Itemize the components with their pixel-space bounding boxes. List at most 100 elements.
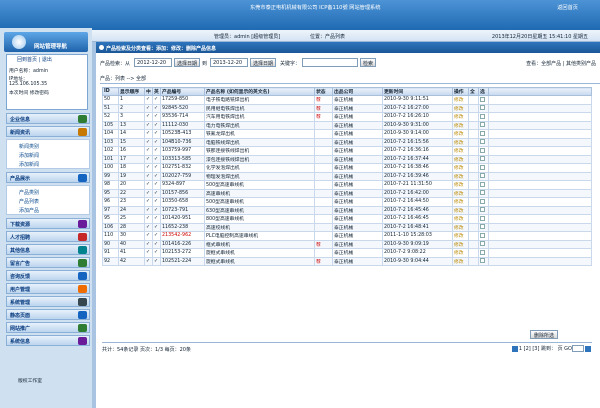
row-checkbox[interactable]	[480, 181, 485, 187]
table-cell[interactable]: 修改	[452, 214, 469, 224]
table-cell[interactable]: 修改	[452, 112, 469, 122]
table-cell[interactable]: 修改	[452, 239, 469, 249]
date-to-input[interactable]: 2013-12-20	[210, 58, 248, 67]
user-links[interactable]: 回到首页 | 退出	[17, 56, 52, 63]
select-cell[interactable]	[478, 146, 489, 156]
page-links[interactable]: 1 [2] [3] 跳到： 页 GO	[519, 346, 572, 352]
row-checkbox[interactable]	[480, 147, 485, 153]
select-cell[interactable]	[468, 129, 479, 139]
row-checkbox[interactable]	[480, 207, 485, 213]
table-cell[interactable]: 修改	[452, 129, 469, 139]
jump-page-input[interactable]	[572, 345, 584, 352]
menu-item[interactable]: 咨询反馈	[6, 270, 90, 281]
table-cell[interactable]: 修改	[452, 103, 469, 113]
row-checkbox[interactable]	[480, 156, 485, 162]
home-link[interactable]: 返回首页	[557, 4, 578, 11]
row-checkbox[interactable]	[480, 190, 485, 196]
select-cell[interactable]	[478, 197, 489, 207]
view-filter-links[interactable]: 查看：全部产品 | 其他类别产品	[526, 60, 596, 67]
select-cell[interactable]	[478, 248, 489, 258]
menu-item[interactable]: 其他信息	[6, 244, 90, 255]
menu-item[interactable]: 人才招聘	[6, 231, 90, 242]
menu-item[interactable]: 用户管理	[6, 283, 90, 294]
select-cell[interactable]	[478, 112, 489, 122]
menu-item[interactable]: 留言广告	[6, 257, 90, 268]
date-from-input[interactable]: 2012-12-20	[134, 58, 172, 67]
column-header[interactable]: 选	[478, 87, 489, 96]
select-cell[interactable]	[478, 154, 489, 164]
select-cell[interactable]	[468, 146, 479, 156]
menu-item[interactable]: 静态页面	[6, 309, 90, 320]
select-cell[interactable]	[478, 95, 489, 105]
pick-date-button-2[interactable]: 选择日期	[250, 58, 277, 67]
select-cell[interactable]	[478, 180, 489, 190]
submenu-item[interactable]: 添加新闻	[16, 150, 86, 159]
row-checkbox[interactable]	[480, 113, 485, 119]
table-cell[interactable]: 修改	[452, 146, 469, 156]
row-checkbox[interactable]	[480, 122, 485, 128]
row-checkbox[interactable]	[480, 249, 485, 255]
select-cell[interactable]	[478, 163, 489, 173]
submenu-item[interactable]: 产品类别	[16, 187, 86, 196]
select-cell[interactable]	[468, 239, 479, 249]
select-cell[interactable]	[468, 137, 479, 147]
row-checkbox[interactable]	[480, 232, 485, 238]
select-cell[interactable]	[468, 256, 479, 266]
delete-selected-button[interactable]: 删除所选	[530, 330, 559, 339]
select-cell[interactable]	[468, 248, 479, 258]
menu-item[interactable]: 下载资源	[6, 218, 90, 229]
select-cell[interactable]	[468, 120, 479, 130]
select-cell[interactable]	[478, 256, 489, 266]
select-cell[interactable]	[468, 205, 479, 215]
select-cell[interactable]	[468, 231, 479, 241]
select-cell[interactable]	[478, 171, 489, 181]
menu-item[interactable]: 系统信息	[6, 335, 90, 346]
row-checkbox[interactable]	[480, 224, 485, 230]
first-page-icon[interactable]	[511, 345, 518, 352]
menu-item[interactable]: 网站推广	[6, 322, 90, 333]
select-cell[interactable]	[478, 188, 489, 198]
table-cell[interactable]: 修改	[452, 256, 469, 266]
select-cell[interactable]	[478, 239, 489, 249]
submenu-item[interactable]: 新闻类别	[16, 141, 86, 150]
pick-date-button[interactable]: 选择日期	[174, 58, 201, 67]
submenu-item[interactable]: 添加产品	[16, 205, 86, 214]
select-cell[interactable]	[478, 205, 489, 215]
select-cell[interactable]	[478, 120, 489, 130]
select-cell[interactable]	[468, 154, 479, 164]
row-checkbox[interactable]	[480, 215, 485, 221]
row-checkbox[interactable]	[480, 130, 485, 136]
row-checkbox[interactable]	[480, 96, 485, 102]
search-button[interactable]: 检索	[360, 58, 377, 67]
go-button[interactable]	[585, 345, 591, 352]
select-cell[interactable]	[468, 188, 479, 198]
menu-item[interactable]: 新闻资讯	[6, 126, 90, 137]
select-cell[interactable]	[468, 103, 479, 113]
menu-item[interactable]: 系统管理	[6, 296, 90, 307]
table-cell[interactable]: 修改	[452, 197, 469, 207]
table-cell[interactable]: 修改	[452, 120, 469, 130]
select-cell[interactable]	[468, 95, 479, 105]
table-cell[interactable]: 修改	[452, 137, 469, 147]
select-cell[interactable]	[468, 197, 479, 207]
table-cell[interactable]: 修改	[452, 188, 469, 198]
row-checkbox[interactable]	[480, 164, 485, 170]
table-cell[interactable]: 修改	[452, 248, 469, 258]
pager-controls[interactable]: 1 [2] [3] 跳到： 页 GO	[511, 345, 592, 352]
column-header[interactable]: 全	[468, 87, 479, 96]
menu-item[interactable]: 企业信息	[6, 113, 90, 124]
select-cell[interactable]	[468, 163, 479, 173]
menu-item[interactable]: 产品展示	[6, 172, 90, 183]
select-cell[interactable]	[478, 231, 489, 241]
table-cell[interactable]: 修改	[452, 163, 469, 173]
keyword-input[interactable]	[302, 58, 358, 67]
submenu-item[interactable]: 添加新闻	[16, 159, 86, 168]
user-actions[interactable]: 本次时间 修改密码	[9, 89, 49, 96]
row-checkbox[interactable]	[480, 139, 485, 145]
row-checkbox[interactable]	[480, 241, 485, 247]
select-cell[interactable]	[468, 214, 479, 224]
row-checkbox[interactable]	[480, 258, 485, 264]
select-cell[interactable]	[478, 137, 489, 147]
select-cell[interactable]	[468, 222, 479, 232]
select-cell[interactable]	[478, 103, 489, 113]
